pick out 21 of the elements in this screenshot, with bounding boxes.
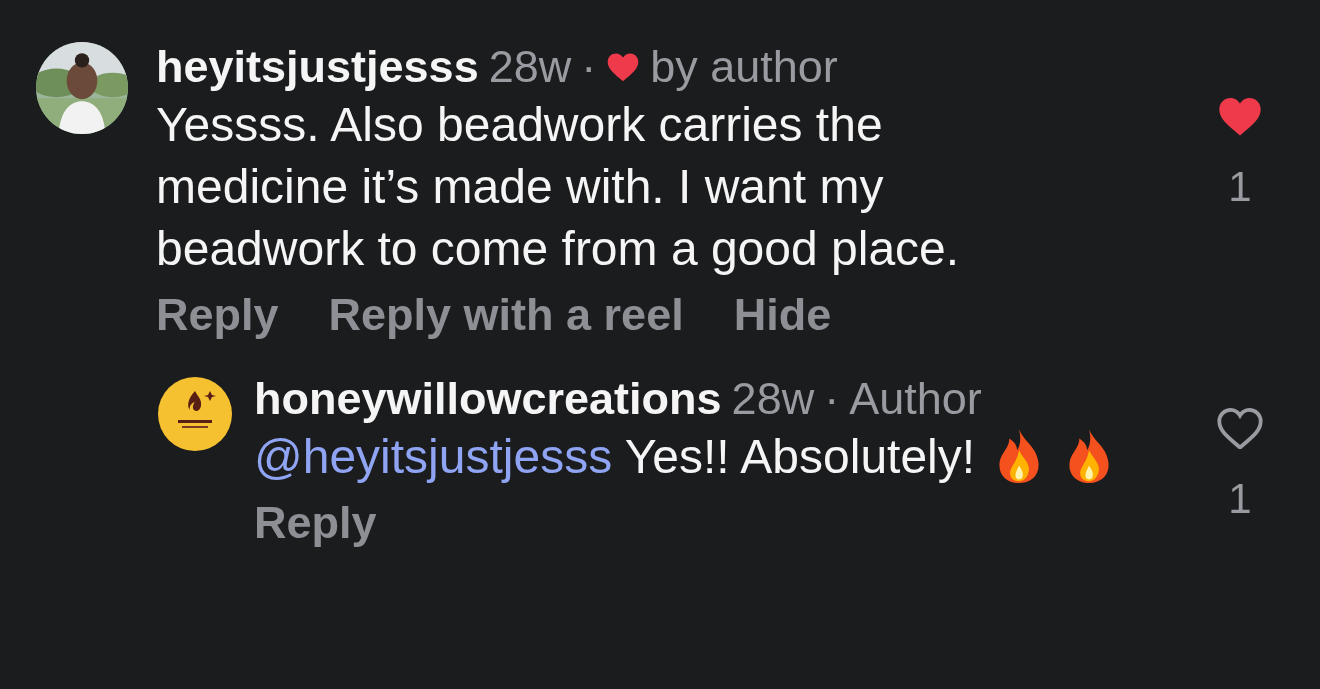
author-like-label: by author: [650, 40, 838, 94]
heart-icon: [1217, 96, 1263, 138]
username[interactable]: honeywillowcreations: [254, 372, 722, 426]
action-link[interactable]: Reply: [254, 496, 377, 550]
comment-text: Yessss. Also beadwork carries the medicine it’s made with. I want my beadwork to come from a good place.: [156, 98, 960, 275]
timestamp: 28w: [731, 372, 815, 426]
author-label: Author: [849, 372, 982, 426]
timestamp: 28w: [488, 40, 572, 94]
action-link[interactable]: Reply: [156, 288, 279, 342]
separator: ·: [581, 40, 597, 94]
like-button[interactable]: [1217, 408, 1263, 450]
like-count: 1: [1228, 475, 1252, 524]
like-button[interactable]: [1217, 96, 1263, 138]
action-link[interactable]: Reply with a reel: [328, 288, 684, 342]
like-count: 1: [1228, 163, 1252, 212]
comment-text: Yes!! Absolutely!: [624, 430, 976, 483]
username[interactable]: heyitsjustjesss: [156, 40, 479, 94]
heart-outline-icon: [1217, 408, 1263, 450]
separator: ·: [824, 372, 840, 426]
action-link[interactable]: Hide: [733, 288, 832, 342]
mention-link[interactable]: @heyitsjustjesss: [254, 430, 613, 483]
